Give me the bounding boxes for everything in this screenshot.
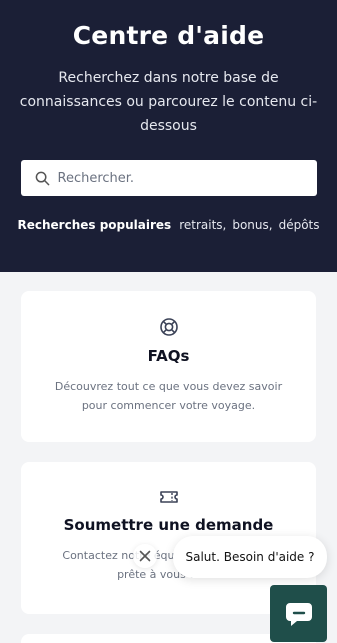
faqs-card[interactable]: FAQs Découvrez tout ce que vous devez sa…: [21, 291, 316, 442]
hero-header: Centre d'aide Recherchez dans notre base…: [0, 0, 337, 272]
popular-searches-label: Recherches populaires: [17, 218, 172, 232]
submit-request-card-title: Soumettre une demande: [63, 516, 274, 534]
close-icon: [139, 550, 151, 562]
search-input[interactable]: [57, 170, 298, 186]
chat-launcher-button[interactable]: [270, 585, 327, 642]
lifebuoy-icon: [159, 318, 178, 336]
page-subtitle: Recherchez dans notre base de connaissan…: [19, 70, 318, 134]
faqs-card-title: FAQs: [147, 347, 190, 365]
popular-searches: Recherches populaires retraits, bonus, d…: [0, 218, 337, 232]
page-title: Centre d'aide: [72, 21, 265, 50]
search-bar[interactable]: [20, 160, 317, 196]
popular-tag-bonus[interactable]: bonus,: [232, 218, 272, 232]
ticket-icon: [159, 491, 178, 503]
chat-icon: [285, 602, 312, 626]
faqs-card-description: Découvrez tout ce que vous devez savoir …: [54, 380, 283, 412]
popular-tag-depots[interactable]: dépôts: [279, 218, 320, 232]
popular-tag-retraits[interactable]: retraits,: [179, 218, 226, 232]
chat-greeting-bubble[interactable]: Salut. Besoin d'aide ?: [173, 536, 327, 578]
search-icon: [35, 171, 49, 185]
chat-close-button[interactable]: [133, 544, 157, 568]
chat-greeting-text: Salut. Besoin d'aide ?: [185, 550, 315, 564]
